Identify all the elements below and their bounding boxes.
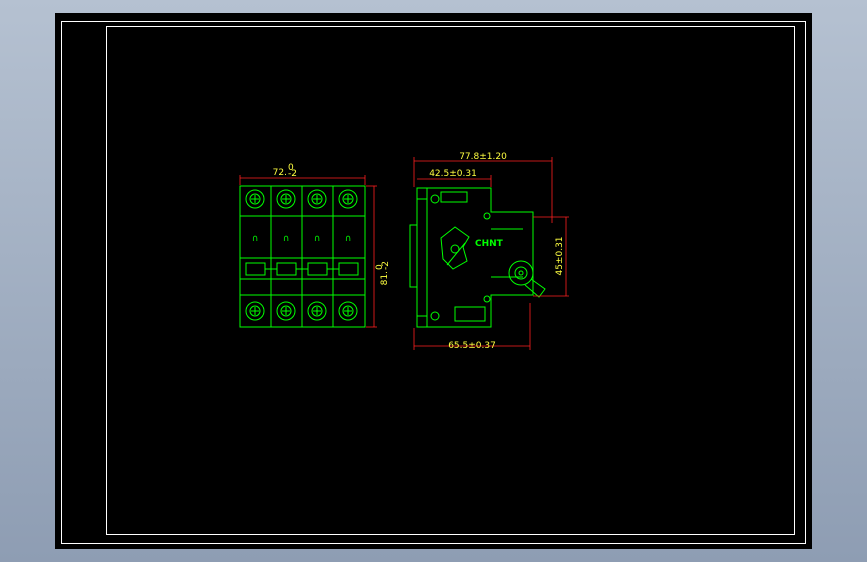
cad-drawing: ∩ ∩ ∩ ∩ 72. 0 -2 CHNT 77.8±1.20 42.5±0.3… (61, 21, 806, 544)
outer-border (61, 21, 806, 544)
front-width-value: 72. (273, 168, 287, 178)
front-width-tol-lower: -2 (288, 169, 297, 179)
side-upper-depth-dimension: 42.5±0.31 (417, 169, 492, 187)
front-height-dimension (366, 185, 377, 328)
side-rail-height-value: 45±0.31 (555, 236, 565, 275)
side-view: CHNT 77.8±1.20 42.5±0.31 45±0.31 65.5±0.… (409, 152, 569, 351)
front-height-tol-lower: -2 (381, 261, 391, 270)
trip-mechanism (440, 226, 470, 270)
front-height-label: 81. 0 -2 (375, 261, 391, 285)
pole-mark-4: ∩ (345, 234, 352, 244)
front-width-dimension: 72. 0 -2 (239, 163, 366, 185)
pole-mark-2: ∩ (283, 234, 290, 244)
pole-mark-1: ∩ (252, 234, 259, 244)
inner-border (106, 26, 795, 535)
side-body-outline (409, 187, 534, 328)
brand-label: CHNT (475, 239, 504, 249)
operating-handle (508, 260, 546, 298)
side-base-depth-value: 65.5±0.37 (448, 341, 496, 351)
front-height-value: 81. (380, 271, 390, 285)
drawing-sheet: ∩ ∩ ∩ ∩ 72. 0 -2 CHNT 77.8±1.20 42.5±0.3… (55, 13, 812, 549)
pole-mark-3: ∩ (314, 234, 321, 244)
front-view: ∩ ∩ ∩ ∩ 72. 0 -2 (239, 163, 377, 328)
side-upper-depth-value: 42.5±0.31 (429, 169, 477, 179)
side-total-depth-value: 77.8±1.20 (459, 152, 507, 162)
